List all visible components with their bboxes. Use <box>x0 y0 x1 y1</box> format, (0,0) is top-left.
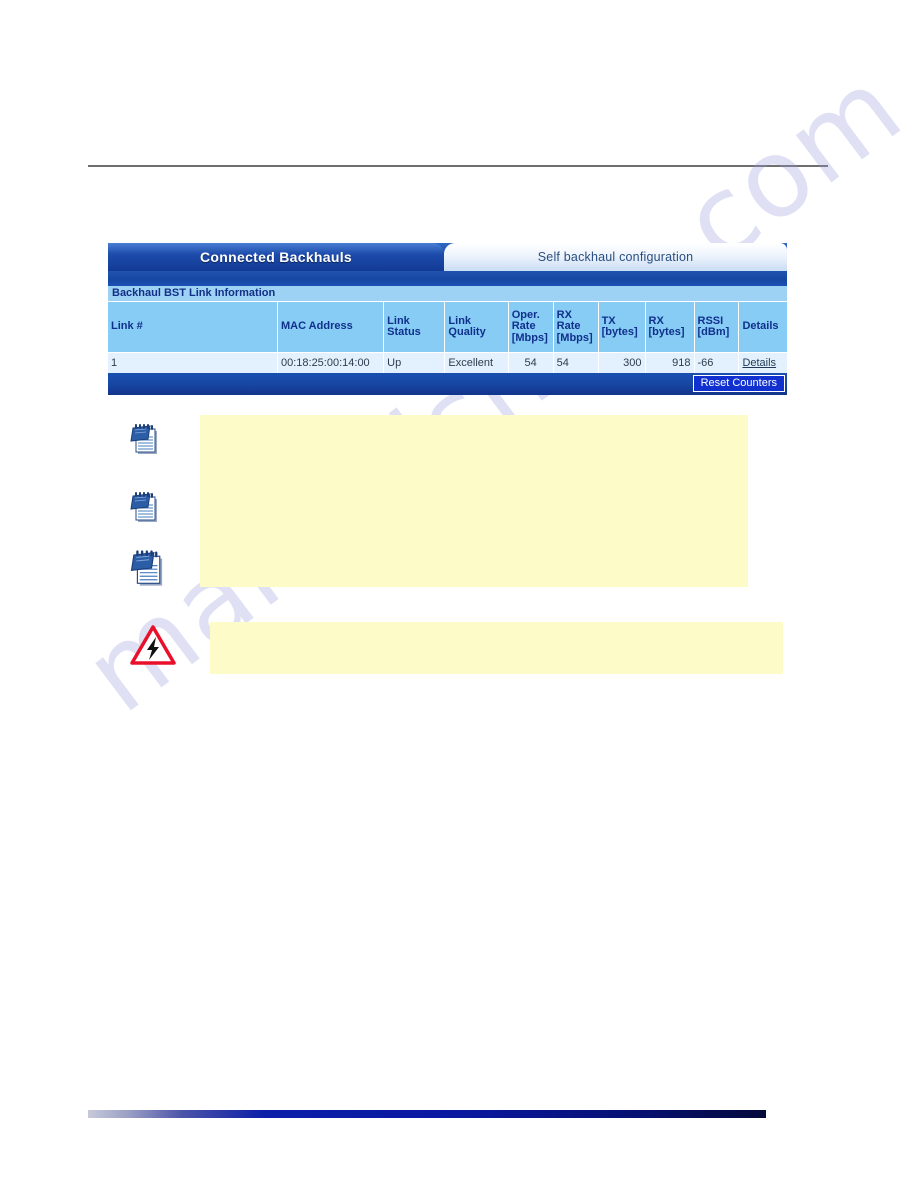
cell-rx-bytes: 918 <box>645 352 695 373</box>
col-header-rx-rate-line2: Rate <box>556 320 581 333</box>
note-icon-glyph <box>130 492 157 522</box>
col-header-rx-bytes-line2: [bytes] <box>648 326 685 338</box>
warning-triangle-icon <box>130 624 176 666</box>
panel-footer: Reset Counters <box>108 373 787 395</box>
note-icon <box>128 548 168 588</box>
table-row: 1 00:18:25:00:14:00 Up Excellent 54 54 3… <box>108 352 787 373</box>
col-header-oper-rate-line3: [Mbps] <box>511 331 548 344</box>
col-header-link-quality: Link Quality <box>444 302 509 353</box>
col-header-rx-bytes-line1: RX <box>648 314 664 327</box>
col-header-link-quality-line2: Quality <box>448 326 486 338</box>
cell-link-quality: Excellent <box>444 352 509 373</box>
col-header-details-line1: Details <box>742 320 779 333</box>
col-header-rx-rate-line3: [Mbps] <box>556 331 593 344</box>
col-header-tx-bytes-line1: TX <box>601 314 616 327</box>
col-header-rssi-line1: RSSI <box>697 314 724 327</box>
note-icon-glyph <box>130 424 157 454</box>
cell-link-status: Up <box>383 352 446 373</box>
tab-connected-backhauls-label: Connected Backhauls <box>200 249 352 265</box>
cell-tx-bytes: 300 <box>598 352 646 373</box>
col-header-link-status-line2: Status <box>387 326 421 338</box>
page-footer-bar <box>88 1110 766 1118</box>
col-header-link-status-line1: Link <box>387 314 410 327</box>
section-title: Backhaul BST Link Information <box>108 286 787 302</box>
cell-link-number: 1 <box>108 352 278 373</box>
reset-counters-button[interactable]: Reset Counters <box>692 375 785 392</box>
col-header-rx-rate: RX Rate [Mbps] <box>553 302 599 353</box>
col-header-oper-rate-line1: Oper. <box>511 308 540 321</box>
col-header-link-number-line1: Link # <box>111 320 143 333</box>
tab-self-backhaul-configuration-label: Self backhaul configuration <box>537 250 694 264</box>
col-header-link-number: Link # <box>108 302 278 353</box>
col-header-rssi-line2: [dBm] <box>697 326 730 338</box>
details-link[interactable]: Details <box>742 357 776 369</box>
col-header-link-quality-line1: Link <box>448 314 472 327</box>
note-content-box-2 <box>210 622 783 674</box>
note-icon-glyph <box>130 550 163 586</box>
cell-details[interactable]: Details <box>738 352 787 373</box>
backhaul-link-table: Link # MAC Address Link Status Link Qual… <box>108 302 787 373</box>
col-header-link-status: Link Status <box>383 302 446 353</box>
cell-rx-rate: 54 <box>553 352 599 373</box>
cell-rssi: -66 <box>694 352 740 373</box>
col-header-details: Details <box>738 302 787 353</box>
warning-triangle-glyph <box>130 625 176 665</box>
note-icon <box>128 490 162 524</box>
cell-oper-rate: 54 <box>508 352 554 373</box>
note-icon <box>128 422 162 456</box>
tab-underbar <box>108 271 787 286</box>
tab-self-backhaul-configuration[interactable]: Self backhaul configuration <box>444 243 787 271</box>
tab-connected-backhauls[interactable]: Connected Backhauls <box>108 243 444 271</box>
cell-mac-address: 00:18:25:00:14:00 <box>277 352 385 373</box>
col-header-rx-bytes: RX [bytes] <box>645 302 695 353</box>
col-header-mac-address: MAC Address <box>277 302 385 353</box>
col-header-tx-bytes-line2: [bytes] <box>601 326 638 338</box>
col-header-rx-rate-line1: RX <box>556 308 572 321</box>
note-content-box-1 <box>200 415 748 587</box>
col-header-tx-bytes: TX [bytes] <box>598 302 646 353</box>
col-header-oper-rate-line2: Rate <box>511 320 536 333</box>
backhaul-web-ui-panel: Connected Backhauls Self backhaul config… <box>108 243 787 395</box>
col-header-mac-address-line1: MAC Address <box>280 320 353 333</box>
tab-bar: Connected Backhauls Self backhaul config… <box>108 243 787 271</box>
page-header-rule <box>88 165 828 167</box>
col-header-rssi: RSSI [dBm] <box>694 302 740 353</box>
table-header-row: Link # MAC Address Link Status Link Qual… <box>108 302 787 353</box>
col-header-oper-rate: Oper. Rate [Mbps] <box>508 302 554 353</box>
